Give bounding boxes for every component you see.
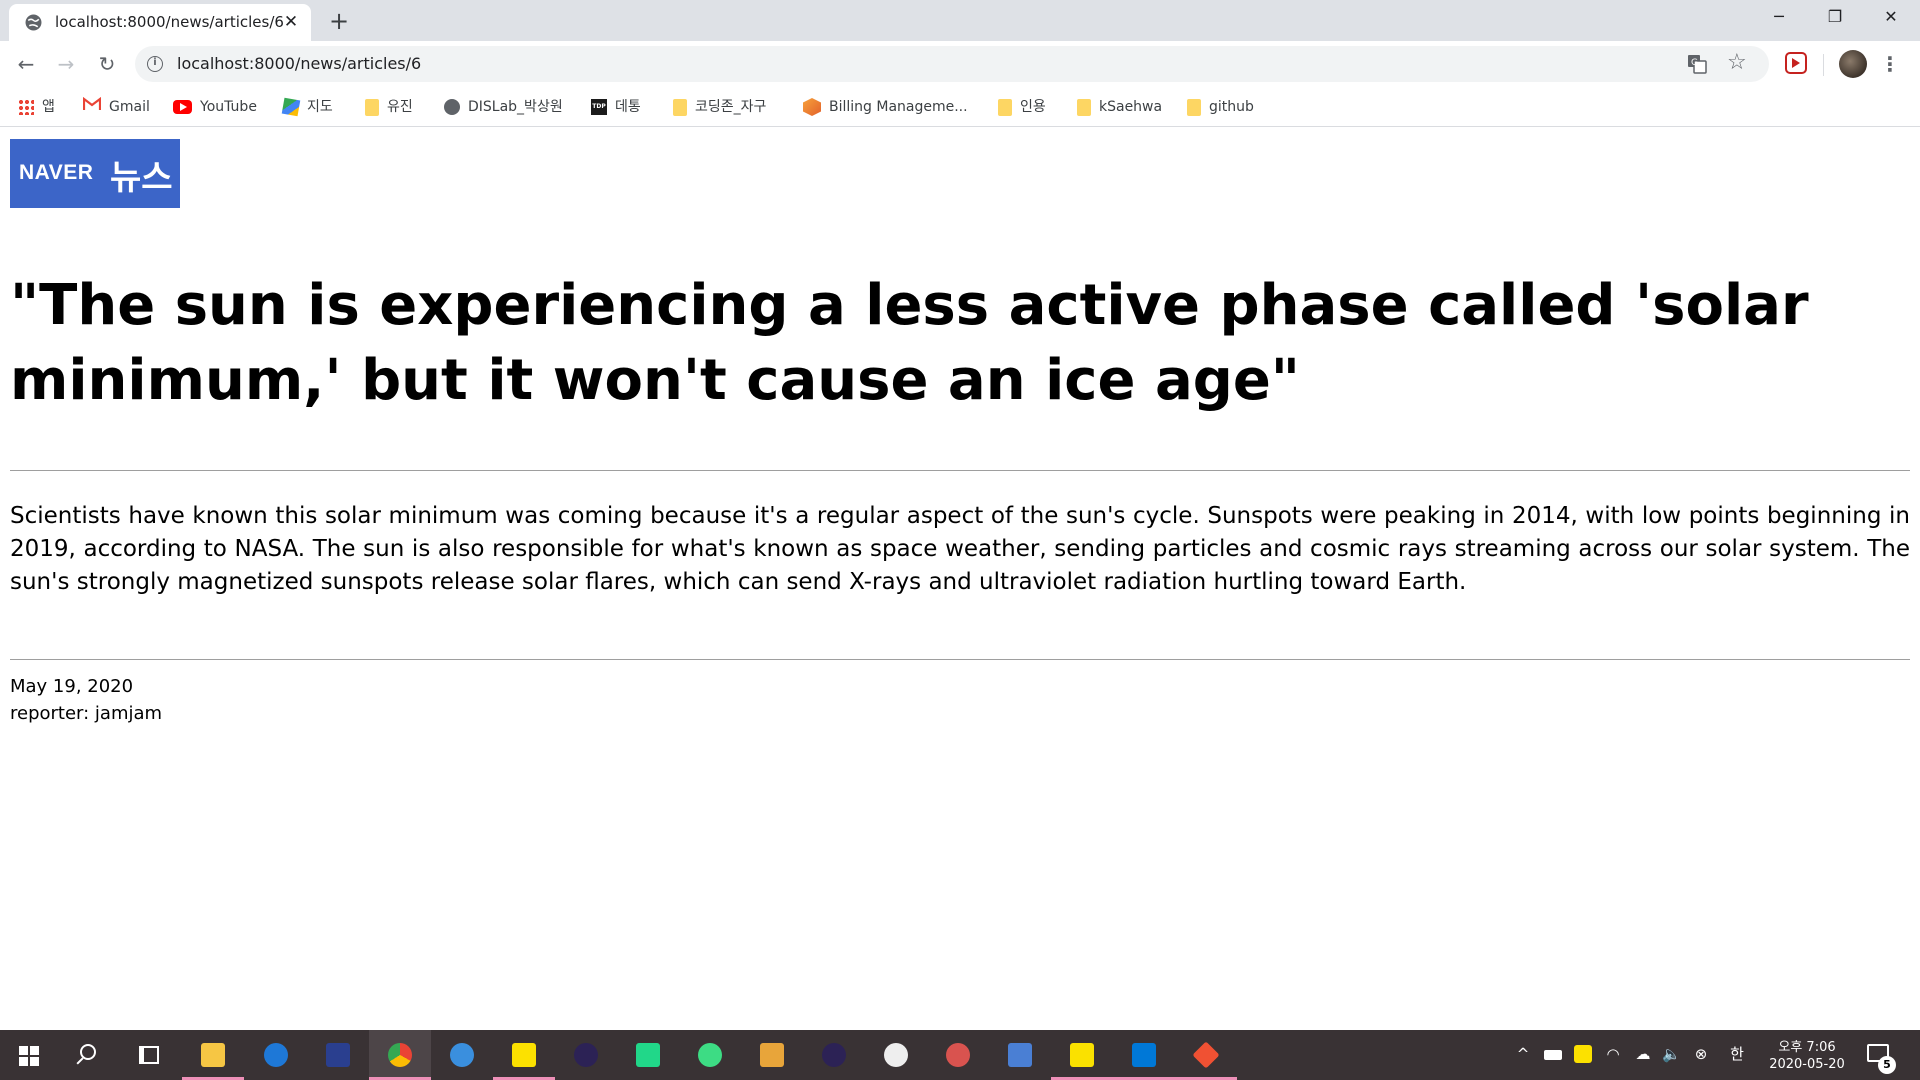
git-icon[interactable] bbox=[1175, 1030, 1237, 1080]
task-view-icon[interactable] bbox=[139, 1046, 159, 1064]
eclipse-icon[interactable] bbox=[555, 1030, 617, 1080]
bookmark-folder-yujin[interactable]: 유진 bbox=[365, 96, 413, 118]
vscode-icon[interactable] bbox=[1113, 1030, 1175, 1080]
url-text[interactable]: localhost:8000/news/articles/6 bbox=[177, 54, 421, 73]
close-circle-icon[interactable]: ⊗ bbox=[1692, 1045, 1710, 1063]
eclipse-icon-2[interactable] bbox=[803, 1030, 865, 1080]
kakaotalk-icon[interactable] bbox=[1051, 1030, 1113, 1080]
bookmark-youtube[interactable]: YouTube bbox=[173, 96, 257, 118]
bookmark-gmail[interactable]: Gmail bbox=[82, 96, 150, 118]
browser-toolbar: ← → ↻ i localhost:8000/news/articles/6 G… bbox=[0, 41, 1920, 87]
folder-icon bbox=[365, 98, 379, 116]
billing-cube-icon bbox=[803, 98, 821, 116]
pycharm-icon[interactable] bbox=[617, 1030, 679, 1080]
folder-icon bbox=[673, 98, 687, 116]
youtube-icon bbox=[173, 100, 192, 114]
bookmark-folder-citation[interactable]: 인용 bbox=[998, 96, 1046, 118]
sticky-notes-icon[interactable] bbox=[493, 1030, 555, 1080]
android-studio-icon[interactable] bbox=[679, 1030, 741, 1080]
folder-icon bbox=[1187, 98, 1201, 116]
star-icon[interactable]: ☆ bbox=[1727, 50, 1747, 75]
bookmark-folder-ksaehwa[interactable]: kSaehwa bbox=[1077, 96, 1162, 118]
reload-button[interactable]: ↻ bbox=[93, 50, 121, 78]
toolbar-divider bbox=[1823, 54, 1824, 76]
tab-close-icon[interactable]: ✕ bbox=[281, 12, 301, 32]
kakao-tray-icon[interactable] bbox=[1574, 1045, 1592, 1063]
search-icon[interactable] bbox=[80, 1044, 96, 1060]
logo-brand: NAVER bbox=[19, 161, 94, 184]
battery-icon[interactable] bbox=[1544, 1050, 1562, 1060]
article-date: May 19, 2020 bbox=[10, 676, 134, 697]
article-body: Scientists have known this solar minimum… bbox=[10, 503, 1910, 595]
ime-indicator[interactable]: 한 bbox=[1728, 1045, 1746, 1063]
bookmark-folder-github[interactable]: github bbox=[1187, 96, 1254, 118]
profile-avatar[interactable] bbox=[1839, 50, 1867, 78]
remote-icon[interactable] bbox=[989, 1030, 1051, 1080]
address-bar[interactable]: i localhost:8000/news/articles/6 G ☆ bbox=[135, 46, 1769, 82]
minimize-button[interactable]: ─ bbox=[1751, 0, 1807, 34]
tab-title: localhost:8000/news/articles/6 bbox=[55, 13, 284, 31]
new-tab-button[interactable]: + bbox=[325, 7, 353, 35]
bookmark-folder-coding[interactable]: 코딩존_자구 bbox=[673, 96, 766, 118]
naver-news-logo[interactable]: NAVER 뉴스 bbox=[10, 139, 180, 208]
divider bbox=[10, 659, 1910, 660]
folder-icon bbox=[1077, 98, 1091, 116]
bookmark-dislab[interactable]: DISLab_박상원 bbox=[444, 96, 563, 118]
tab-strip: localhost:8000/news/articles/6 ✕ + ─ ❐ ✕ bbox=[0, 0, 1920, 41]
windows-taskbar: ^ ◠ ☁ 🔈 ⊗ 한 오후 7:06 2020-05-20 5 bbox=[0, 1030, 1920, 1080]
bookmarks-bar: 앱 Gmail YouTube 지도 유진 DISLab_박상원 TDP 데통 코… bbox=[0, 87, 1920, 127]
bookmark-maps[interactable]: 지도 bbox=[281, 96, 333, 118]
internet-explorer-icon[interactable] bbox=[431, 1030, 493, 1080]
bookmark-billing[interactable]: Billing Manageme... bbox=[803, 96, 968, 118]
gmail-icon bbox=[82, 96, 102, 118]
folder-icon bbox=[998, 98, 1012, 116]
edge-icon[interactable] bbox=[245, 1030, 307, 1080]
article-headline: "The sun is experiencing a less active p… bbox=[10, 273, 1809, 413]
clock-date[interactable]: 2020-05-20 bbox=[1762, 1057, 1852, 1072]
volume-icon[interactable]: 🔈 bbox=[1662, 1045, 1681, 1063]
translate-icon[interactable]: G bbox=[1687, 54, 1707, 74]
chrome-icon[interactable] bbox=[369, 1030, 431, 1080]
divider bbox=[10, 470, 1910, 471]
file-explorer-icon[interactable] bbox=[182, 1030, 244, 1080]
apps-grid-icon bbox=[18, 99, 34, 115]
logo-section: 뉴스 bbox=[110, 158, 173, 198]
network-icon[interactable] bbox=[741, 1030, 803, 1080]
maps-icon bbox=[281, 97, 301, 117]
info-icon[interactable]: i bbox=[147, 56, 163, 72]
clock-time[interactable]: 오후 7:06 bbox=[1762, 1036, 1852, 1055]
restore-button[interactable]: ❐ bbox=[1807, 0, 1863, 34]
extension-icon[interactable] bbox=[1785, 52, 1807, 74]
forward-button[interactable]: → bbox=[52, 50, 80, 78]
close-window-button[interactable]: ✕ bbox=[1863, 0, 1919, 34]
paint-icon[interactable] bbox=[927, 1030, 989, 1080]
page-favicon-icon bbox=[25, 14, 42, 31]
notification-badge: 5 bbox=[1878, 1056, 1896, 1074]
svg-text:G: G bbox=[1691, 58, 1698, 68]
app-icon[interactable] bbox=[865, 1030, 927, 1080]
onedrive-icon[interactable]: ☁ bbox=[1634, 1045, 1652, 1063]
devcpp-icon[interactable] bbox=[307, 1030, 369, 1080]
globe-icon bbox=[444, 99, 460, 115]
article-reporter: reporter: jamjam bbox=[10, 703, 163, 724]
tray-chevron-icon[interactable]: ^ bbox=[1514, 1045, 1532, 1063]
wifi-icon[interactable]: ◠ bbox=[1604, 1045, 1622, 1063]
start-icon[interactable] bbox=[19, 1046, 39, 1066]
page-content: NAVER 뉴스 "The sun is experiencing a less… bbox=[0, 128, 1920, 1030]
bookmark-apps[interactable]: 앱 bbox=[18, 96, 55, 118]
menu-icon[interactable]: ⋮ bbox=[1880, 50, 1900, 78]
bookmark-detong[interactable]: TDP 데통 bbox=[591, 96, 641, 118]
tdp-icon: TDP bbox=[591, 99, 607, 115]
browser-tab[interactable]: localhost:8000/news/articles/6 ✕ bbox=[9, 4, 311, 41]
back-button[interactable]: ← bbox=[12, 50, 40, 78]
